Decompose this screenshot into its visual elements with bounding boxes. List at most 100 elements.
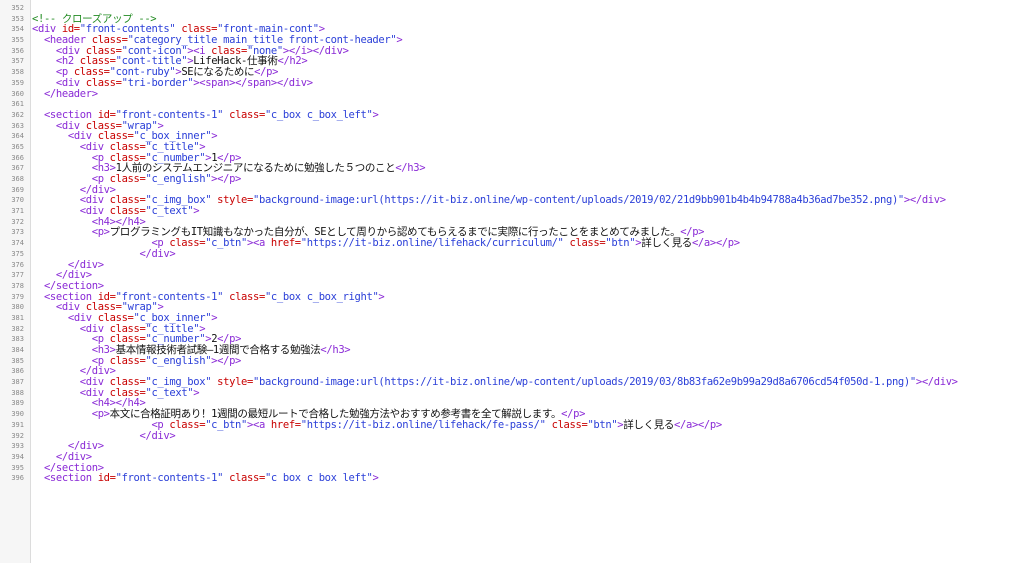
- code-text: <div class="c_text">: [32, 386, 1024, 399]
- code-token: style=: [217, 376, 253, 389]
- code-token: "btn": [587, 418, 618, 431]
- line-number: 361: [11, 100, 24, 109]
- code-text: <p class="c_english"></p>: [32, 354, 1024, 367]
- code-line[interactable]: 393 </div>: [0, 441, 1024, 452]
- code-line[interactable]: 388 <div class="c_text">: [0, 386, 1024, 399]
- line-number: 381: [11, 313, 24, 322]
- code-line[interactable]: 385 <p class="c_english"></p>: [0, 354, 1024, 367]
- code-token: "https://it-biz.online/lifehack/fe-pass/…: [300, 418, 546, 431]
- code-token: "c_box c_box_right": [264, 290, 379, 303]
- code-token: "c_btn": [205, 237, 248, 250]
- code-line[interactable]: 368 <p class="c_english"></p>: [0, 174, 1024, 185]
- code-token: >: [378, 290, 385, 303]
- code-text: <section id="front-contents-1" class="c_…: [32, 290, 1024, 303]
- code-token: </h3>: [320, 344, 351, 356]
- code-token: "front-contents-1": [115, 472, 224, 485]
- code-text: <div class="c_text">: [32, 206, 1024, 217]
- code-token: class=: [229, 108, 265, 121]
- code-token: >: [211, 130, 218, 143]
- code-token: 詳しく見る: [641, 237, 692, 250]
- code-text: <div class="tri-border"><span></span></d…: [32, 76, 1024, 89]
- code-token: id=: [97, 472, 116, 485]
- code-token: href=: [270, 237, 301, 250]
- code-text: </div>: [32, 441, 1024, 452]
- code-token: ></p>: [211, 173, 242, 185]
- line-number: 385: [11, 356, 24, 365]
- code-token: </h3>: [395, 162, 426, 175]
- code-line[interactable]: 360 </header>: [0, 88, 1024, 100]
- code-token: "https://it-biz.online/lifehack/curricul…: [300, 237, 564, 250]
- code-line[interactable]: 375 </div>: [0, 248, 1024, 260]
- code-token: style=: [217, 194, 253, 207]
- line-number: 367: [11, 164, 24, 173]
- code-token: ></div>: [903, 194, 946, 207]
- code-text: <p class="c_btn"><a href="https://it-biz…: [32, 418, 1024, 431]
- line-number: 357: [11, 57, 24, 66]
- line-number: 388: [11, 388, 24, 397]
- code-text: </div>: [32, 248, 1024, 260]
- line-number: 390: [11, 410, 24, 419]
- code-text: </div>: [32, 259, 1024, 271]
- line-number: 365: [11, 142, 24, 151]
- code-token: "c_box c_box_left": [264, 108, 373, 121]
- line-number: 380: [11, 303, 24, 312]
- code-text: </header>: [32, 88, 1024, 100]
- code-token: "c_text": [145, 386, 194, 399]
- line-number: 377: [11, 271, 24, 280]
- code-line[interactable]: 371 <div class="c_text">: [0, 206, 1024, 217]
- code-token: class=: [229, 290, 265, 303]
- code-token: 詳しく見る: [623, 418, 675, 431]
- code-line[interactable]: 377 </div>: [0, 270, 1024, 281]
- line-number: 353: [11, 14, 24, 23]
- code-token: >: [372, 472, 379, 485]
- line-number: 356: [11, 46, 24, 55]
- code-area[interactable]: 352 353 <!-- クローズアップ --> 354 <div id="front-…: [0, 3, 1024, 484]
- code-token: "background-image:url(https://it-biz.onl…: [253, 194, 904, 207]
- line-number: 355: [11, 36, 24, 45]
- line-number: 362: [11, 110, 24, 119]
- line-number: 378: [11, 281, 24, 290]
- code-text: <p class="c_english"></p>: [32, 174, 1024, 185]
- code-token: "c box c box left": [264, 472, 373, 485]
- code-token: >: [193, 386, 200, 399]
- code-token: </h2>: [277, 55, 308, 68]
- code-token: "tri-border": [121, 76, 194, 89]
- line-number: 352: [11, 4, 24, 12]
- code-token: </div>: [139, 429, 176, 442]
- code-editor[interactable]: 352 353 <!-- クローズアップ --> 354 <div id="front-…: [0, 0, 1024, 563]
- code-text: </div>: [32, 429, 1024, 442]
- line-number: 384: [11, 346, 24, 354]
- line-number: 366: [11, 153, 24, 162]
- line-number: 376: [11, 260, 24, 269]
- code-line[interactable]: 359 <div class="tri-border"><span></span…: [0, 76, 1024, 89]
- code-token: ><a: [247, 237, 271, 250]
- code-token: ><a: [247, 418, 271, 431]
- code-token: >: [372, 108, 379, 121]
- line-number: 371: [11, 207, 24, 216]
- code-line[interactable]: 394 </div>: [0, 452, 1024, 463]
- code-token: ></div>: [915, 376, 958, 389]
- line-number: 387: [11, 378, 24, 387]
- line-number: 395: [11, 463, 24, 472]
- code-line[interactable]: 392 </div>: [0, 429, 1024, 442]
- code-token: class=: [229, 472, 265, 485]
- line-number: 354: [11, 25, 24, 34]
- code-token: "c_english": [145, 354, 212, 367]
- code-line[interactable]: 376 </div>: [0, 259, 1024, 271]
- code-text: <section id="front-contents-1" class="c …: [32, 473, 1024, 484]
- line-number: 393: [11, 442, 24, 451]
- line-number: 363: [11, 121, 24, 130]
- code-line[interactable]: 396 <section id="front-contents-1" class…: [0, 473, 1024, 484]
- line-number: 374: [11, 239, 24, 248]
- code-text: </div>: [32, 452, 1024, 463]
- line-number: 368: [11, 175, 24, 183]
- line-number: 370: [11, 196, 24, 205]
- line-number: 369: [11, 185, 24, 194]
- code-token: ><span></span></div>: [193, 76, 313, 89]
- code-token: ></p>: [211, 354, 242, 367]
- code-token: >: [193, 205, 200, 218]
- code-token: </a></p>: [691, 237, 740, 250]
- code-token: >: [211, 311, 218, 324]
